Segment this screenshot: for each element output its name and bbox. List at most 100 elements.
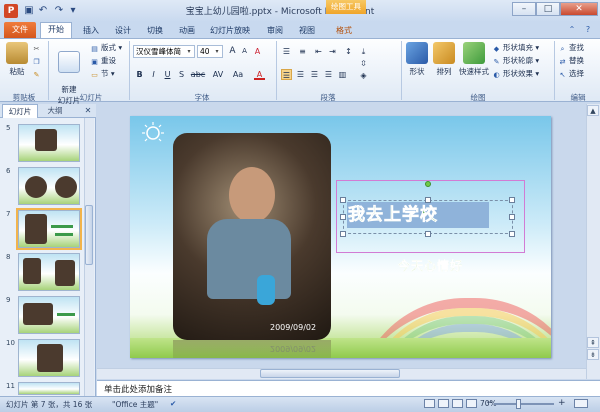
- bullets-button[interactable]: ☰: [281, 46, 292, 57]
- tab-file[interactable]: 文件: [4, 22, 36, 38]
- shapes-button[interactable]: 形状: [404, 42, 430, 77]
- layout-button[interactable]: ▤ 版式 ▾: [90, 42, 122, 53]
- strikethrough-button[interactable]: abc: [190, 69, 206, 80]
- chevron-down-icon[interactable]: ▾: [185, 47, 193, 56]
- minimize-ribbon-icon[interactable]: ⌃: [566, 24, 578, 36]
- slide[interactable]: 2009/09/02 2009/09/02 我去上学校 今天心情好: [130, 116, 551, 358]
- resize-handle[interactable]: [425, 231, 431, 237]
- rotation-handle[interactable]: [425, 181, 431, 187]
- shape-outline-button[interactable]: ✎ 形状轮廓 ▾: [492, 55, 540, 66]
- next-slide-icon[interactable]: ⇟: [587, 349, 599, 360]
- columns-button[interactable]: ▥: [337, 69, 348, 80]
- tab-view[interactable]: 视图: [294, 24, 320, 38]
- horizontal-scrollbar-thumb[interactable]: [260, 369, 400, 378]
- powerpoint-icon[interactable]: P: [4, 4, 18, 18]
- zoom-in-icon[interactable]: +: [558, 398, 566, 408]
- font-name-combo[interactable]: 汉仪雪峰体简 ▾: [133, 45, 195, 58]
- slide-sorter-view-icon[interactable]: [438, 399, 449, 408]
- slide-subtitle[interactable]: 今天心情好: [398, 257, 518, 274]
- clear-format-button[interactable]: A: [252, 46, 263, 57]
- char-spacing-button[interactable]: AV: [210, 69, 226, 80]
- redo-icon[interactable]: ↷: [52, 4, 66, 18]
- smartart-button[interactable]: ◈: [358, 70, 369, 81]
- resize-handle[interactable]: [340, 197, 346, 203]
- font-size-combo[interactable]: 40 ▾: [197, 45, 223, 58]
- slide-title[interactable]: 我去上学校: [348, 202, 498, 228]
- slideshow-view-icon[interactable]: [466, 399, 477, 408]
- shrink-font-button[interactable]: A: [239, 46, 250, 57]
- slide-thumbnail-selected[interactable]: [16, 208, 82, 250]
- font-color-button[interactable]: A: [254, 69, 265, 80]
- align-right-button[interactable]: ☰: [309, 69, 320, 80]
- align-left-button[interactable]: ☰: [281, 69, 292, 80]
- copy-button[interactable]: ❐: [32, 55, 43, 66]
- slide-thumbnail[interactable]: [18, 167, 80, 205]
- italic-button[interactable]: I: [148, 69, 159, 80]
- bold-button[interactable]: B: [134, 69, 145, 80]
- tab-slides[interactable]: 幻灯片: [2, 104, 38, 118]
- reset-button[interactable]: ▣ 重设: [90, 55, 116, 66]
- fit-to-window-icon[interactable]: [574, 399, 588, 408]
- align-center-button[interactable]: ☰: [295, 69, 306, 80]
- find-button[interactable]: ⌕ 查找: [558, 42, 584, 53]
- tab-design[interactable]: 设计: [110, 24, 136, 38]
- slide-thumbnail[interactable]: [18, 296, 80, 334]
- slide-thumbnail[interactable]: [18, 124, 80, 162]
- tab-outline[interactable]: 大纲: [40, 104, 70, 118]
- section-button[interactable]: ▭ 节 ▾: [90, 68, 114, 79]
- resize-handle[interactable]: [425, 197, 431, 203]
- zoom-out-icon[interactable]: −: [486, 398, 494, 408]
- select-button[interactable]: ↖ 选择: [558, 68, 584, 79]
- resize-handle[interactable]: [509, 231, 515, 237]
- tab-transitions[interactable]: 切换: [142, 24, 168, 38]
- format-painter-button[interactable]: ✎: [32, 68, 43, 79]
- tab-slideshow[interactable]: 幻灯片放映: [204, 24, 256, 38]
- slide-thumbnail[interactable]: [18, 253, 80, 291]
- grow-font-button[interactable]: A: [227, 46, 238, 57]
- text-direction-button[interactable]: ⤓: [358, 46, 369, 57]
- slide-thumbnail[interactable]: [18, 339, 80, 377]
- previous-slide-icon[interactable]: ⇞: [587, 337, 599, 348]
- zoom-slider-knob[interactable]: [516, 399, 521, 409]
- replace-button[interactable]: ⇄ 替换: [558, 55, 584, 66]
- customize-qat-icon[interactable]: ▾: [66, 4, 80, 18]
- tab-animations[interactable]: 动画: [174, 24, 200, 38]
- quick-styles-button[interactable]: 快速样式: [458, 42, 490, 77]
- cut-button[interactable]: ✂: [32, 42, 43, 53]
- pane-scrollbar-thumb[interactable]: [85, 205, 93, 265]
- notes-pane[interactable]: [97, 380, 600, 396]
- tab-review[interactable]: 审阅: [262, 24, 288, 38]
- help-icon[interactable]: ?: [582, 24, 594, 36]
- zoom-slider[interactable]: [494, 403, 554, 405]
- shadow-button[interactable]: S: [176, 69, 187, 80]
- increase-indent-button[interactable]: ⇥: [327, 46, 338, 57]
- close-icon[interactable]: ✕: [82, 105, 94, 117]
- resize-handle[interactable]: [340, 214, 346, 220]
- minimize-button[interactable]: –: [512, 2, 536, 16]
- chevron-down-icon[interactable]: ▾: [213, 47, 221, 56]
- shape-effects-button[interactable]: ◐ 形状效果 ▾: [492, 68, 539, 79]
- resize-handle[interactable]: [340, 231, 346, 237]
- undo-icon[interactable]: ↶: [36, 4, 50, 18]
- child-photo[interactable]: [173, 133, 331, 340]
- paste-button[interactable]: 粘贴: [4, 42, 30, 77]
- reading-view-icon[interactable]: [452, 399, 463, 408]
- save-icon[interactable]: ▣: [22, 4, 36, 18]
- underline-button[interactable]: U: [162, 69, 173, 80]
- tab-format[interactable]: 格式: [330, 24, 358, 38]
- decrease-indent-button[interactable]: ⇤: [313, 46, 324, 57]
- slide-thumbnail[interactable]: [18, 382, 80, 395]
- line-spacing-button[interactable]: ↕: [343, 46, 354, 57]
- scroll-up-icon[interactable]: ▲: [587, 105, 599, 116]
- maximize-button[interactable]: □: [536, 2, 560, 16]
- tab-insert[interactable]: 插入: [78, 24, 104, 38]
- tab-home[interactable]: 开始: [40, 22, 72, 39]
- spellcheck-icon[interactable]: ✔: [170, 399, 176, 408]
- arrange-button[interactable]: 排列: [431, 42, 457, 77]
- notes-placeholder[interactable]: 单击此处添加备注: [104, 383, 172, 395]
- justify-button[interactable]: ☰: [323, 69, 334, 80]
- change-case-button[interactable]: Aa: [230, 69, 246, 80]
- numbering-button[interactable]: ≡: [297, 46, 308, 57]
- shape-fill-button[interactable]: ◆ 形状填充 ▾: [492, 42, 539, 53]
- resize-handle[interactable]: [509, 214, 515, 220]
